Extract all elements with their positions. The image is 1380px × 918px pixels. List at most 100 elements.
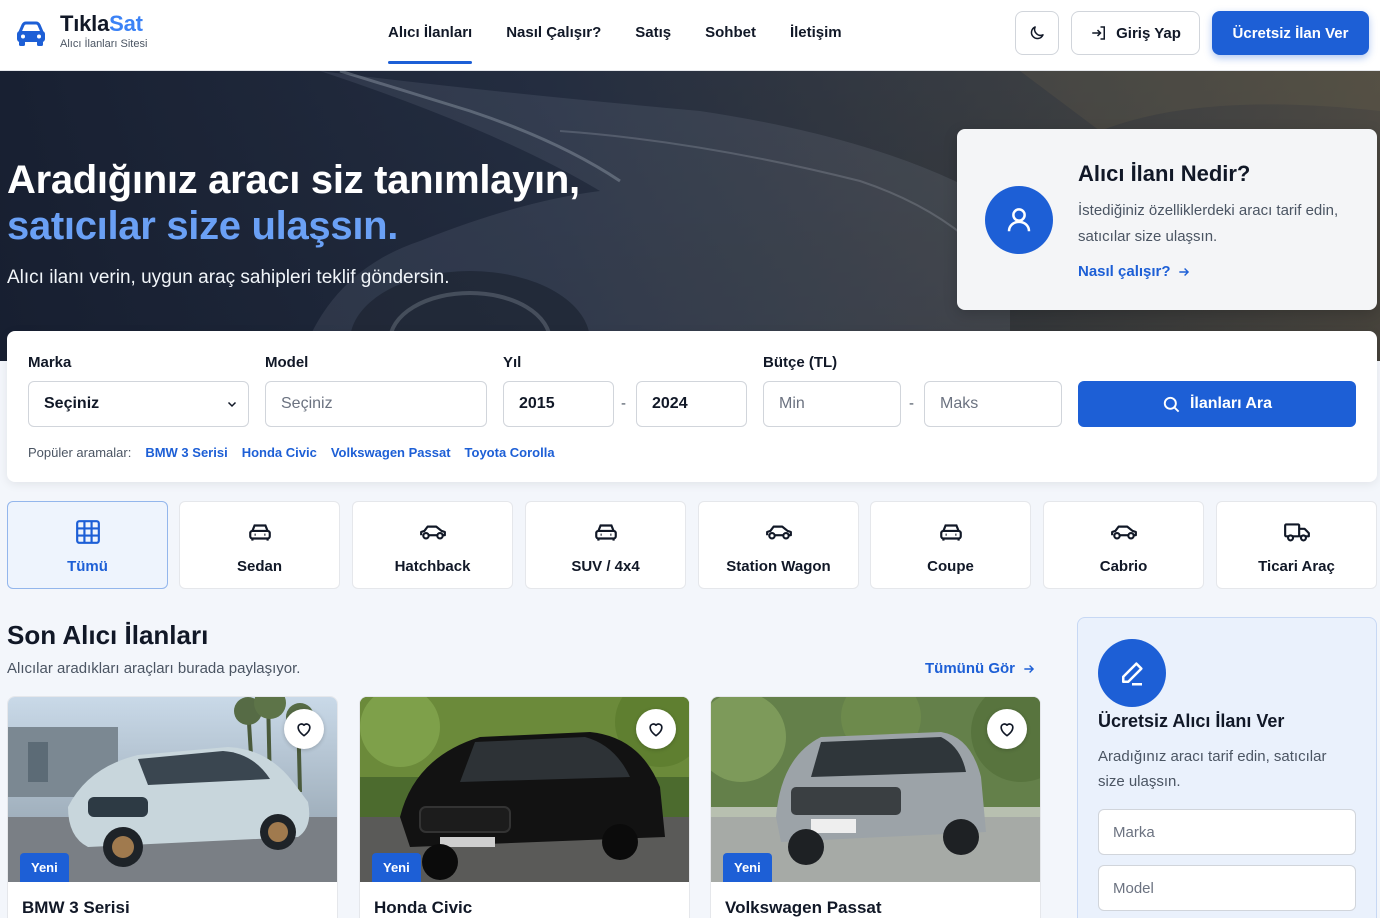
search-panel: Marka Seçiniz Model Seçiniz Yıl 2015 - 2… — [7, 331, 1377, 482]
how-it-works-label: Nasıl çalışır? — [1078, 263, 1171, 280]
logo-subtitle: Alıcı İlanları Sitesi — [60, 37, 148, 50]
popular-searches-label: Popüler aramalar: — [28, 445, 132, 460]
car-side-icon — [419, 525, 446, 540]
arrow-right-icon — [1178, 267, 1189, 276]
category-label: Cabrio — [1099, 558, 1148, 575]
category-label: Station Wagon — [726, 558, 831, 575]
car-front-icon — [939, 524, 962, 541]
car-side-icon — [1110, 525, 1137, 540]
category-suv[interactable]: SUV / 4x4 — [525, 501, 686, 589]
free-listing-button[interactable]: Ücretsiz İlan Ver — [1212, 11, 1369, 55]
favorite-button[interactable] — [636, 709, 676, 749]
model-field[interactable]: Seçiniz — [265, 381, 487, 427]
grid-icon — [75, 520, 100, 544]
free-listing-form: Ücretsiz Alıcı İlanı Ver Aradığınız arac… — [1077, 617, 1377, 918]
section-subtitle: Alıcılar aradıkları araçları burada payl… — [7, 660, 301, 677]
user-avatar-icon — [985, 186, 1053, 254]
form-model-input[interactable]: Model — [1098, 865, 1356, 911]
popular-link-civic[interactable]: Honda Civic — [242, 445, 317, 460]
popular-link-passat[interactable]: Volkswagen Passat — [331, 445, 451, 460]
chevron-down-icon — [227, 401, 237, 408]
car-side-icon — [765, 525, 792, 540]
hero-subtitle: Alıcı ilanı verin, uygun araç sahipleri … — [7, 267, 450, 288]
year-range-dash: - — [621, 395, 626, 412]
budget-min-field[interactable]: Min — [763, 381, 901, 427]
new-badge: Yeni — [20, 853, 69, 882]
heart-icon — [649, 723, 663, 737]
year-from-field[interactable]: 2015 — [503, 381, 614, 427]
how-it-works-link[interactable]: Nasıl çalışır? — [1078, 263, 1191, 280]
info-card: Alıcı İlanı Nedir? İstediğiniz özellikle… — [957, 129, 1377, 310]
search-button-label: İlanları Ara — [1189, 395, 1273, 412]
category-cabrio[interactable]: Cabrio — [1043, 501, 1204, 589]
hero-title-line2: satıcılar size ulaşsın. — [7, 204, 399, 248]
popular-link-bmw[interactable]: BMW 3 Serisi — [145, 445, 227, 460]
truck-icon — [1283, 523, 1310, 542]
listing-title: Honda Civic — [374, 898, 473, 917]
listing-card[interactable]: Yeni BMW 3 Serisi — [7, 696, 338, 918]
listing-title: BMW 3 Serisi — [22, 898, 130, 917]
category-label: Sedan — [236, 558, 282, 575]
favorite-button[interactable] — [987, 709, 1027, 749]
nav-nasil-calisir[interactable]: Nasıl Çalışır? — [506, 0, 601, 70]
form-brand-input[interactable]: Marka — [1098, 809, 1356, 855]
category-label: Ticari Araç — [1258, 558, 1335, 575]
category-ticari-arac[interactable]: Ticari Araç — [1216, 501, 1377, 589]
category-bar: Tümü Sedan Hatchback SUV / 4x4 Station W… — [7, 501, 1377, 589]
new-badge: Yeni — [372, 853, 421, 882]
form-description: Aradığınız aracı tarif edin, satıcılar s… — [1098, 748, 1327, 790]
favorite-button[interactable] — [284, 709, 324, 749]
nav-iletisim[interactable]: İletişim — [790, 0, 842, 70]
year-to-field[interactable]: 2024 — [636, 381, 747, 427]
listing-card[interactable]: Yeni Honda Civic — [359, 696, 690, 918]
popular-searches: Popüler aramalar: BMW 3 Serisi Honda Civ… — [28, 445, 569, 460]
budget-label: Bütçe (TL) — [763, 354, 838, 371]
moon-icon — [1030, 26, 1044, 40]
category-label: Hatchback — [394, 558, 471, 575]
nav-satis[interactable]: Satış — [635, 0, 671, 70]
heart-icon — [1000, 723, 1014, 737]
category-hatchback[interactable]: Hatchback — [352, 501, 513, 589]
login-icon — [1092, 26, 1106, 40]
nav-sohbet[interactable]: Sohbet — [705, 0, 756, 70]
listing-card[interactable]: Yeni Volkswagen Passat — [710, 696, 1041, 918]
login-label: Giriş Yap — [1116, 24, 1181, 42]
heart-icon — [297, 723, 311, 737]
nav-alici-ilanlari[interactable]: Alıcı İlanları — [388, 0, 473, 70]
category-label: Tümü — [67, 558, 108, 575]
brand-select-value: Seçiniz — [44, 395, 100, 412]
see-all-link[interactable]: Tümünü Gör — [925, 660, 1036, 677]
car-logo-icon — [17, 21, 45, 46]
hero-title-line1: Aradığınız aracı siz tanımlayın, — [7, 158, 580, 202]
see-all-label: Tümünü Gör — [925, 660, 1015, 677]
info-card-title: Alıcı İlanı Nedir? — [1078, 161, 1251, 186]
brand-label: Marka — [28, 354, 72, 371]
arrow-right-icon — [1024, 664, 1035, 673]
new-badge: Yeni — [723, 853, 772, 882]
listing-title: Volkswagen Passat — [725, 898, 882, 917]
category-label: SUV / 4x4 — [571, 558, 640, 575]
category-label: Coupe — [927, 558, 974, 575]
brand-select[interactable]: Seçiniz — [28, 381, 249, 427]
search-listings-button[interactable]: İlanları Ara — [1078, 381, 1356, 427]
main-nav: Alıcı İlanları Nasıl Çalışır? Satış Sohb… — [388, 0, 876, 70]
car-front-icon — [248, 524, 271, 541]
category-sedan[interactable]: Sedan — [179, 501, 340, 589]
car-front-icon — [594, 524, 617, 541]
category-tumu[interactable]: Tümü — [7, 501, 168, 589]
section-title: Son Alıcı İlanları — [7, 620, 209, 650]
budget-max-field[interactable]: Maks — [924, 381, 1062, 427]
info-card-text: İstediğiniz özelliklerdeki aracı tarif e… — [1078, 202, 1339, 245]
pencil-icon — [1098, 639, 1166, 707]
login-button[interactable]: Giriş Yap — [1071, 11, 1200, 55]
top-header: TıklaSat Alıcı İlanları Sitesi Alıcı İla… — [0, 0, 1380, 71]
theme-toggle-button[interactable] — [1015, 11, 1059, 55]
site-logo[interactable]: TıklaSat Alıcı İlanları Sitesi — [14, 10, 147, 50]
logo-title: TıklaSat — [60, 10, 143, 36]
year-label: Yıl — [503, 354, 522, 371]
category-station-wagon[interactable]: Station Wagon — [698, 501, 859, 589]
search-icon — [1163, 396, 1180, 412]
model-label: Model — [265, 354, 309, 371]
category-coupe[interactable]: Coupe — [870, 501, 1031, 589]
popular-link-corolla[interactable]: Toyota Corolla — [465, 445, 555, 460]
